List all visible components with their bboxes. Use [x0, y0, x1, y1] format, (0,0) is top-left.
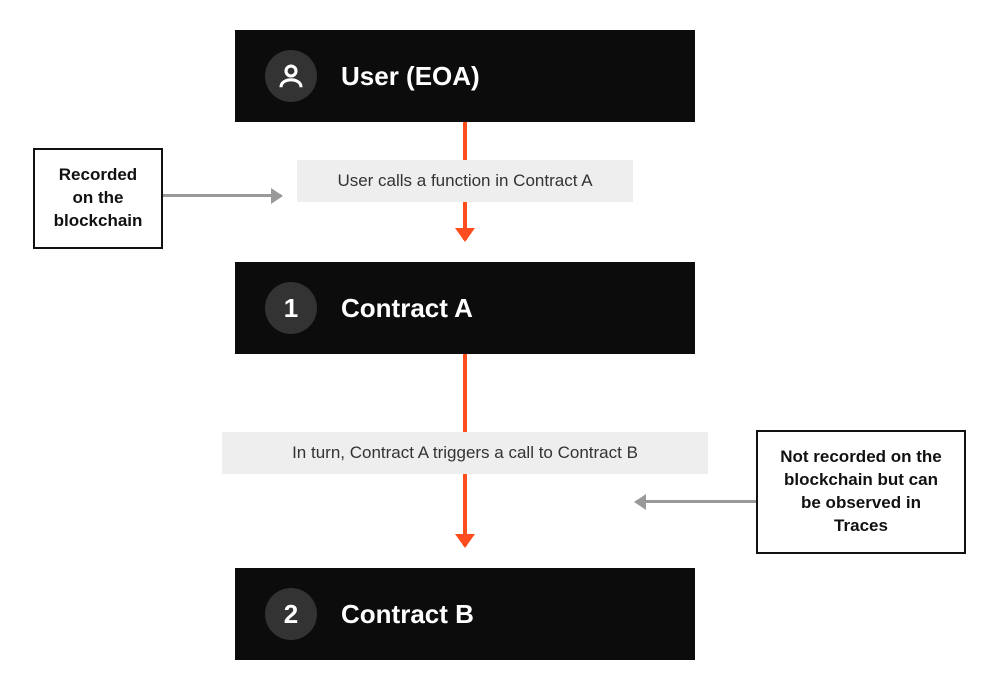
- diagram-stage: User (EOA) User calls a function in Cont…: [0, 0, 1000, 698]
- contract-b-num: 2: [284, 599, 298, 630]
- contract-a-circle: 1: [265, 282, 317, 334]
- block-user: User (EOA): [235, 30, 695, 122]
- user-avatar-circle: [265, 50, 317, 102]
- block-contract-b: 2 Contract B: [235, 568, 695, 660]
- callout-not-recorded: Not recorded on the blockchain but can b…: [756, 430, 966, 554]
- block-contract-a: 1 Contract A: [235, 262, 695, 354]
- block-user-title: User (EOA): [341, 61, 480, 92]
- user-icon: [276, 61, 306, 91]
- block-contract-b-title: Contract B: [341, 599, 474, 630]
- note-call-2: In turn, Contract A triggers a call to C…: [222, 432, 708, 474]
- contract-a-num: 1: [284, 293, 298, 324]
- note-call-1: User calls a function in Contract A: [297, 160, 633, 202]
- arrow-callout-recorded: [163, 194, 281, 197]
- contract-b-circle: 2: [265, 588, 317, 640]
- block-contract-a-title: Contract A: [341, 293, 473, 324]
- arrow-callout-not-recorded: [636, 500, 756, 503]
- callout-recorded: Recorded on the blockchain: [33, 148, 163, 249]
